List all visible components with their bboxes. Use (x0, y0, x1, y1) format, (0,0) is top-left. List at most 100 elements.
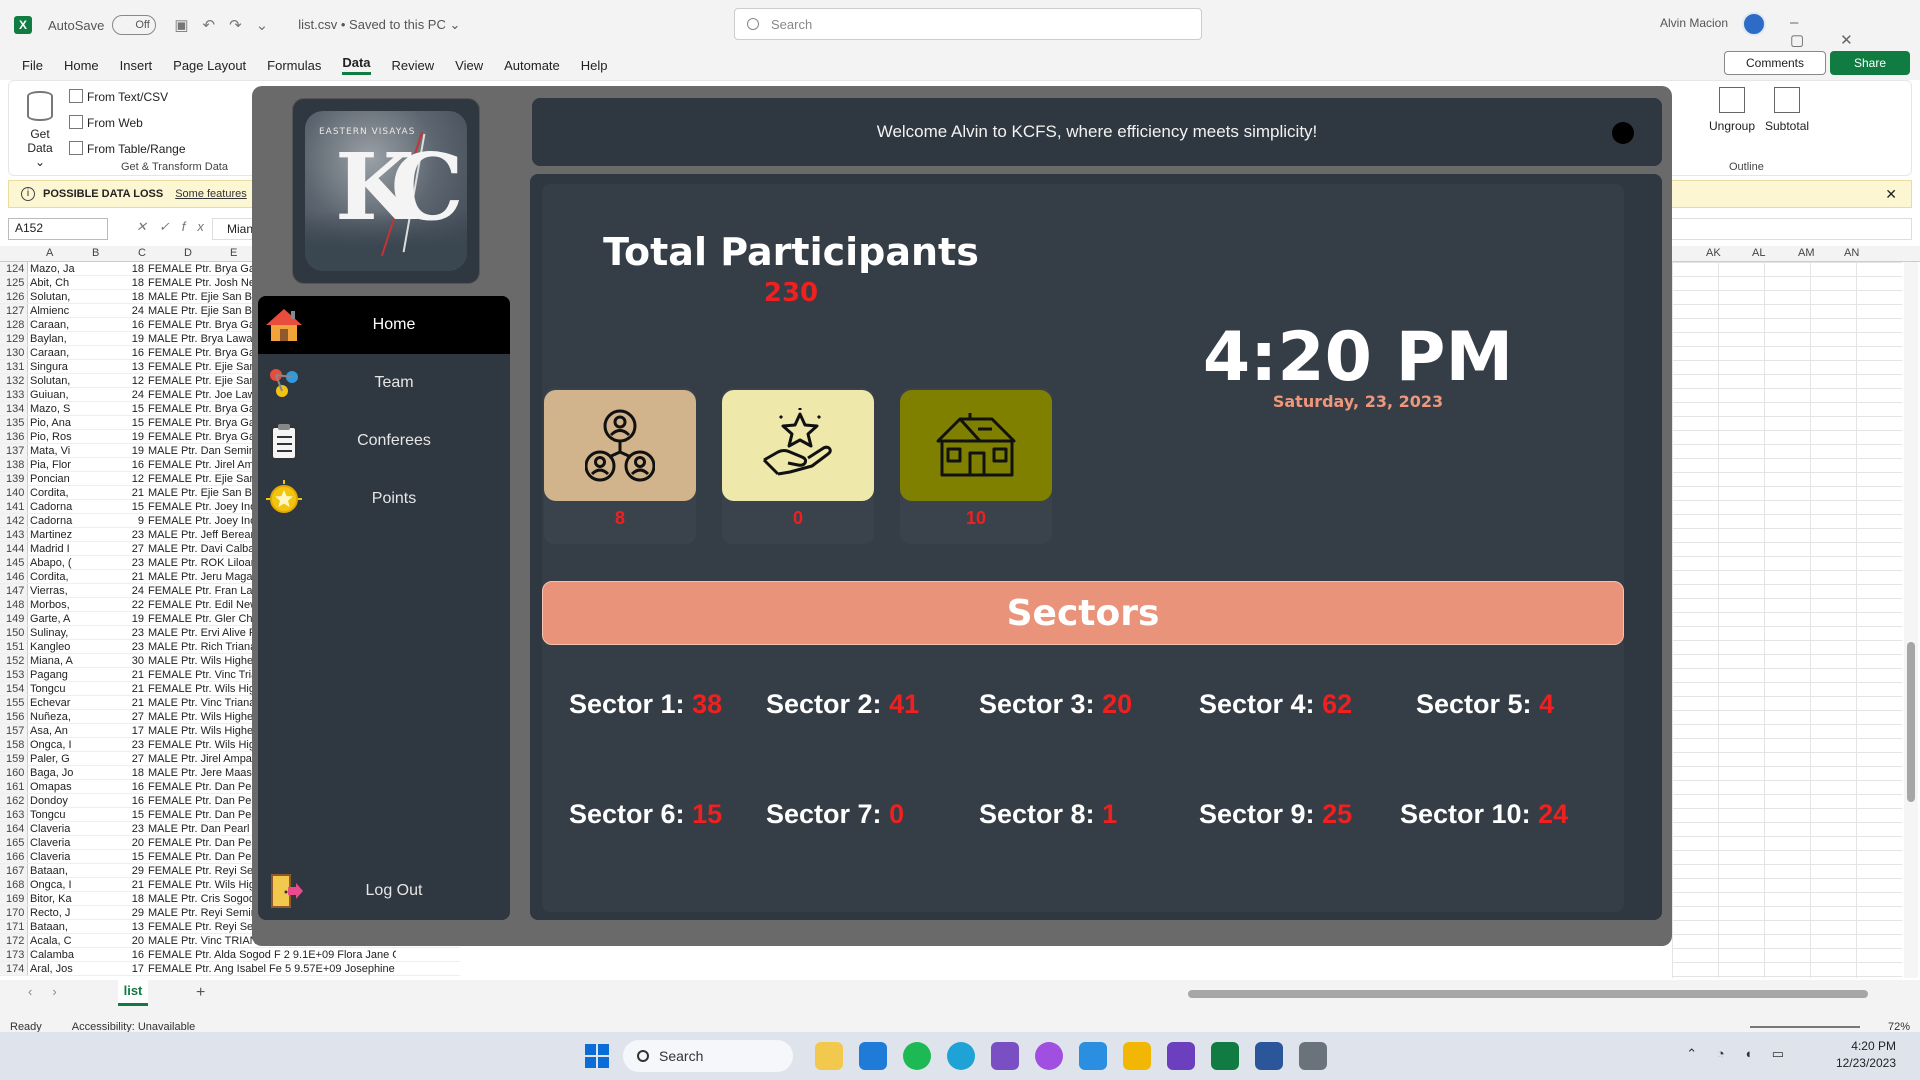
name-cell[interactable]: Paler, G (28, 752, 84, 765)
row-number[interactable]: 138 (0, 458, 28, 471)
age-cell[interactable]: 19 (84, 612, 146, 625)
age-cell[interactable]: 21 (84, 878, 146, 891)
age-cell[interactable]: 18 (84, 276, 146, 289)
comments-button[interactable]: Comments (1724, 51, 1826, 75)
name-cell[interactable]: Mazo, Ja (28, 262, 84, 275)
name-cell[interactable]: Claveria (28, 850, 84, 863)
row-number[interactable]: 148 (0, 598, 28, 611)
name-cell[interactable]: Garte, A (28, 612, 84, 625)
tab-automate[interactable]: Automate (504, 58, 560, 73)
avatar[interactable] (1742, 12, 1766, 36)
row-number[interactable]: 172 (0, 934, 28, 947)
age-cell[interactable]: 29 (84, 906, 146, 919)
name-cell[interactable]: Caraan, (28, 346, 84, 359)
tab-home[interactable]: Home (64, 58, 99, 73)
row-number[interactable]: 157 (0, 724, 28, 737)
tab-page-layout[interactable]: Page Layout (173, 58, 246, 73)
age-cell[interactable]: 21 (84, 682, 146, 695)
name-cell[interactable]: Baylan, (28, 332, 84, 345)
row-number[interactable]: 142 (0, 514, 28, 527)
row-number[interactable]: 129 (0, 332, 28, 345)
name-cell[interactable]: Cadorna (28, 500, 84, 513)
name-cell[interactable]: Pia, Flor (28, 458, 84, 471)
age-cell[interactable]: 24 (84, 584, 146, 597)
row-number[interactable]: 161 (0, 780, 28, 793)
row-number[interactable]: 154 (0, 682, 28, 695)
row-number[interactable]: 170 (0, 906, 28, 919)
name-cell[interactable]: Almienc (28, 304, 84, 317)
age-cell[interactable]: 27 (84, 542, 146, 555)
row-number[interactable]: 134 (0, 402, 28, 415)
row-number[interactable]: 169 (0, 892, 28, 905)
row-number[interactable]: 167 (0, 864, 28, 877)
age-cell[interactable]: 15 (84, 500, 146, 513)
taskbar-search[interactable]: Search (623, 1040, 793, 1072)
taskbar-clock[interactable]: 4:20 PM 12/23/2023 (1836, 1038, 1896, 1072)
row-number[interactable]: 166 (0, 850, 28, 863)
quick-access-toolbar-icons[interactable]: ▣↶↷⌄ (174, 16, 282, 34)
row-number[interactable]: 163 (0, 808, 28, 821)
spreadsheet-grid-right[interactable] (1672, 262, 1902, 978)
name-cell[interactable]: Guiuan, (28, 388, 84, 401)
row-number[interactable]: 135 (0, 416, 28, 429)
age-cell[interactable]: 24 (84, 388, 146, 401)
messenger-icon[interactable] (1035, 1042, 1063, 1070)
tab-help[interactable]: Help (581, 58, 608, 73)
row-number[interactable]: 146 (0, 570, 28, 583)
age-cell[interactable]: 29 (84, 864, 146, 877)
age-cell[interactable]: 16 (84, 948, 146, 961)
age-cell[interactable]: 15 (84, 416, 146, 429)
row-number[interactable]: 158 (0, 738, 28, 751)
name-cell[interactable]: Acala, C (28, 934, 84, 947)
column-header[interactable]: AK (1706, 247, 1721, 259)
age-cell[interactable]: 13 (84, 360, 146, 373)
name-cell[interactable]: Sulinay, (28, 626, 84, 639)
sidebar-item-home[interactable]: Home (258, 296, 510, 354)
name-cell[interactable]: Abapo, ( (28, 556, 84, 569)
row-number[interactable]: 153 (0, 668, 28, 681)
start-button[interactable] (585, 1044, 609, 1068)
tab-review[interactable]: Review (392, 58, 435, 73)
age-cell[interactable]: 18 (84, 892, 146, 905)
row-number[interactable]: 159 (0, 752, 28, 765)
column-header[interactable]: E (230, 247, 237, 259)
house-stat-card[interactable] (900, 390, 1052, 501)
vscode-icon[interactable] (1079, 1042, 1107, 1070)
name-cell[interactable]: Bitor, Ka (28, 892, 84, 905)
column-header[interactable]: AN (1844, 247, 1859, 259)
row-number[interactable]: 171 (0, 920, 28, 933)
age-cell[interactable]: 19 (84, 430, 146, 443)
row-number[interactable]: 140 (0, 486, 28, 499)
row-number[interactable]: 141 (0, 500, 28, 513)
row-number[interactable]: 133 (0, 388, 28, 401)
name-cell[interactable]: Nuñeza, (28, 710, 84, 723)
window-controls[interactable]: –▢✕ (1790, 14, 1920, 49)
visual-studio-icon[interactable] (991, 1042, 1019, 1070)
name-cell[interactable]: Solutan, (28, 290, 84, 303)
name-cell[interactable]: Claveria (28, 822, 84, 835)
row-number[interactable]: 162 (0, 794, 28, 807)
row-number[interactable]: 132 (0, 374, 28, 387)
name-cell[interactable]: Omapas (28, 780, 84, 793)
close-icon[interactable]: ✕ (1885, 186, 1897, 203)
name-cell[interactable]: Martinez (28, 528, 84, 541)
row-number[interactable]: 127 (0, 304, 28, 317)
team-stat-card[interactable] (544, 390, 696, 501)
spotify-icon[interactable] (903, 1042, 931, 1070)
tab-insert[interactable]: Insert (120, 58, 153, 73)
sheet-tab-list[interactable]: list (118, 980, 148, 1006)
name-cell[interactable]: Caraan, (28, 318, 84, 331)
age-cell[interactable]: 23 (84, 738, 146, 751)
age-cell[interactable]: 23 (84, 822, 146, 835)
age-cell[interactable]: 21 (84, 570, 146, 583)
age-cell[interactable]: 23 (84, 626, 146, 639)
row-number[interactable]: 160 (0, 766, 28, 779)
row-number[interactable]: 124 (0, 262, 28, 275)
kcfs-app-icon[interactable] (1299, 1042, 1327, 1070)
row-number[interactable]: 149 (0, 612, 28, 625)
age-cell[interactable]: 16 (84, 794, 146, 807)
age-cell[interactable]: 13 (84, 920, 146, 933)
name-cell[interactable]: Madrid I (28, 542, 84, 555)
row-number[interactable]: 139 (0, 472, 28, 485)
share-button[interactable]: Share (1830, 51, 1910, 75)
